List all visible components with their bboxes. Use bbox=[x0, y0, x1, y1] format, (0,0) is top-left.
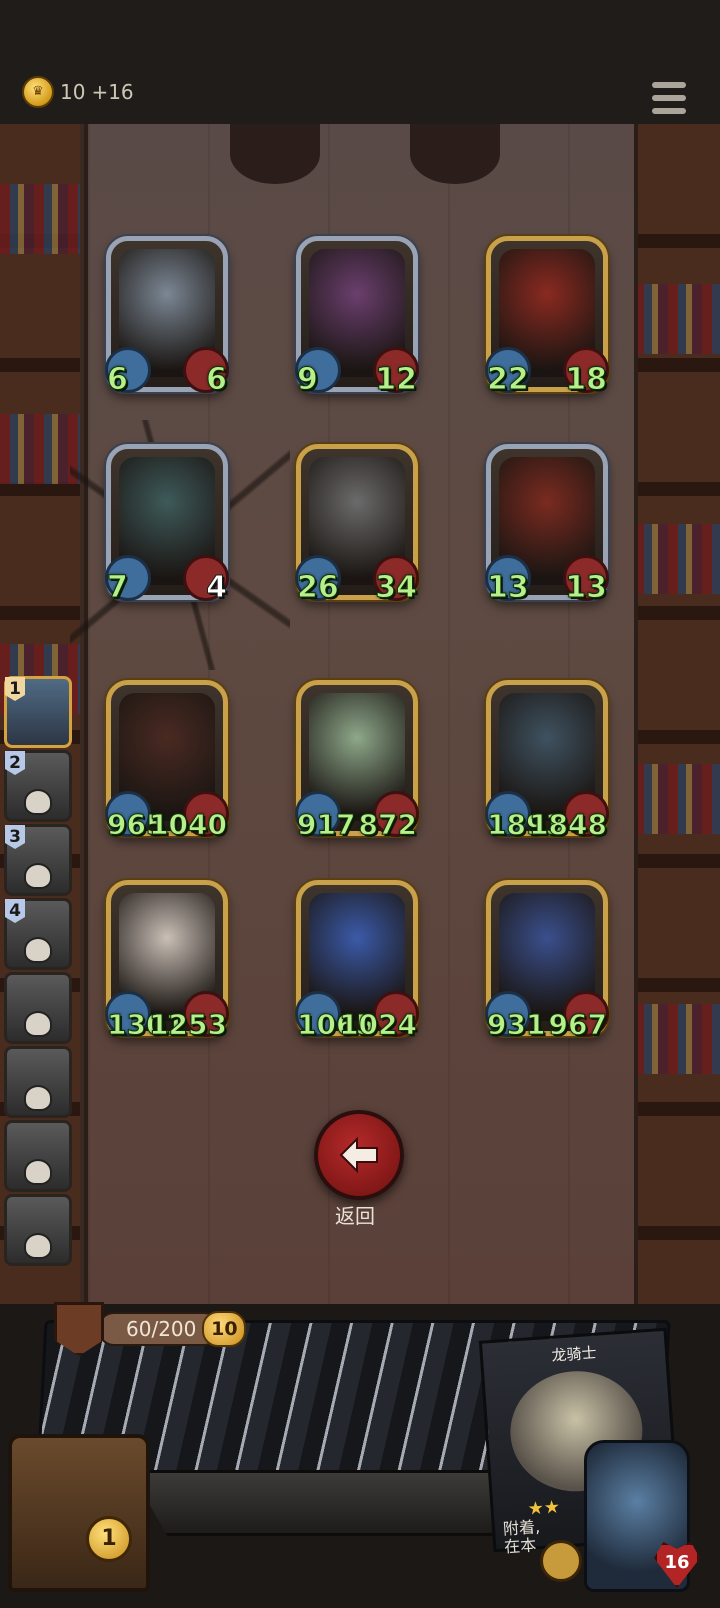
minion-card[interactable]: 13 13 bbox=[485, 444, 609, 606]
minion-health: 1253 bbox=[149, 1008, 228, 1042]
skull-icon bbox=[24, 1159, 52, 1185]
minion-health: 12 bbox=[375, 362, 418, 398]
skull-icon bbox=[24, 1011, 52, 1037]
minion-attack: 7 bbox=[107, 570, 129, 606]
minion-attack: 931 bbox=[486, 1008, 546, 1042]
preview-card-text: 附着, 在本 bbox=[502, 1517, 541, 1557]
opponent-slot[interactable]: 2 bbox=[4, 750, 72, 822]
opponent-rank: 2 bbox=[5, 751, 25, 775]
opponent-slot[interactable] bbox=[4, 1046, 72, 1118]
minion-card[interactable]: 26 34 bbox=[295, 444, 419, 606]
minion-attack: 26 bbox=[297, 570, 340, 606]
level-badge: 10 bbox=[202, 1311, 247, 1347]
skull-icon bbox=[24, 937, 52, 963]
hero-power-icon[interactable] bbox=[540, 1540, 582, 1582]
crown-icon bbox=[54, 1302, 104, 1356]
back-label: 返回 bbox=[335, 1204, 375, 1228]
menu-icon[interactable] bbox=[652, 82, 686, 114]
treasure-chest-button[interactable] bbox=[8, 1434, 150, 1592]
gold-display: ♛ 10 +16 bbox=[22, 76, 134, 108]
opponent-rank: 4 bbox=[5, 899, 25, 923]
minion-health: 967 bbox=[548, 1008, 607, 1042]
minion-attack: 22 bbox=[487, 362, 530, 398]
minion-health: 13 bbox=[565, 570, 608, 606]
minion-health: 1040 bbox=[149, 808, 228, 842]
minion-card[interactable]: 917 872 bbox=[295, 680, 419, 842]
minion-health: 18 bbox=[565, 362, 608, 398]
door-arch bbox=[410, 124, 500, 184]
opponent-slot[interactable] bbox=[4, 1120, 72, 1192]
minion-card[interactable]: 9 12 bbox=[295, 236, 419, 398]
minion-attack: 13 bbox=[487, 570, 530, 606]
opponent-slot[interactable]: 4 bbox=[4, 898, 72, 970]
minion-card[interactable]: 74 bbox=[105, 444, 229, 606]
minion-health: 1848 bbox=[529, 808, 608, 842]
minion-card[interactable]: 931 967 bbox=[485, 880, 609, 1042]
minion-attack: 917 bbox=[296, 808, 356, 842]
minion-card[interactable]: 965 1040 bbox=[105, 680, 229, 842]
minion-card[interactable]: 1065 1024 bbox=[295, 880, 419, 1042]
chest-count: 1 bbox=[86, 1516, 132, 1562]
skull-icon bbox=[24, 789, 52, 815]
opponent-slot[interactable]: 1 bbox=[4, 676, 72, 748]
door-arch bbox=[230, 124, 320, 184]
opponent-slot[interactable] bbox=[4, 972, 72, 1044]
minion-card[interactable]: 22 18 bbox=[485, 236, 609, 398]
bookshelf-right bbox=[634, 124, 720, 1304]
back-button[interactable] bbox=[314, 1110, 404, 1200]
minion-card[interactable]: 1893 1848 bbox=[485, 680, 609, 842]
minion-card[interactable]: 66 bbox=[105, 236, 229, 398]
opponent-slot[interactable]: 3 bbox=[4, 824, 72, 896]
crown-coin-icon: ♛ bbox=[22, 76, 54, 108]
xp-bar: 60/200 10 bbox=[54, 1302, 247, 1356]
skull-icon bbox=[24, 1085, 52, 1111]
arrow-left-icon bbox=[339, 1136, 378, 1174]
minion-attack: 6 bbox=[107, 362, 129, 398]
skull-icon bbox=[24, 1233, 52, 1259]
skull-icon bbox=[24, 863, 52, 889]
opponent-rank: 3 bbox=[5, 825, 25, 849]
star-rating-icon: ★★ bbox=[526, 1496, 561, 1520]
minion-attack: 9 bbox=[297, 362, 319, 398]
opponent-rank: 1 bbox=[5, 677, 25, 701]
gold-bonus: +16 bbox=[91, 80, 134, 104]
minion-health: 6 bbox=[206, 362, 228, 398]
minion-health: 4 bbox=[206, 570, 228, 606]
gold-amount: 10 bbox=[60, 80, 86, 104]
minion-card[interactable]: 1301 1253 bbox=[105, 880, 229, 1042]
top-bar: ♛ 10 +16 bbox=[0, 0, 720, 127]
minion-health: 34 bbox=[375, 570, 418, 606]
preview-card-name: 龙骑士 bbox=[550, 1343, 598, 1365]
minion-health: 1024 bbox=[339, 1008, 418, 1042]
minion-health: 872 bbox=[358, 808, 417, 842]
opponent-slot[interactable] bbox=[4, 1194, 72, 1266]
